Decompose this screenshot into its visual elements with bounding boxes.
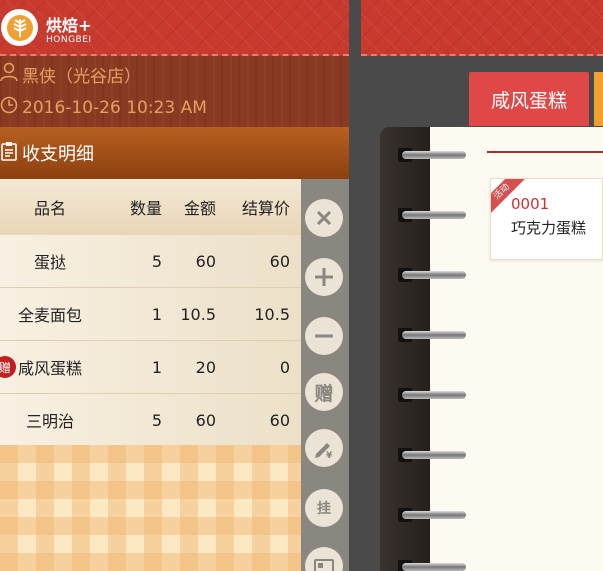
item-qty: 5 [151, 251, 162, 271]
notebook-spine [380, 127, 430, 571]
item-qty: 1 [151, 357, 162, 377]
col-settle: 结算价 [241, 199, 290, 218]
operator-row: 黑侠（光谷店） [0, 62, 141, 87]
item-qty: 5 [151, 410, 162, 430]
binder-ring [398, 208, 468, 222]
card-button[interactable] [305, 547, 343, 571]
table-header: 品名 数量 金额 结算价 [0, 179, 301, 235]
gift-badge: 赠 [0, 356, 16, 378]
table-row[interactable]: 全麦面包 1 10.5 10.5 [0, 288, 301, 341]
binder-ring [398, 328, 468, 342]
item-settle: 60 [269, 410, 290, 430]
product-name: 巧克力蛋糕 [511, 219, 587, 237]
binder-ring [398, 560, 468, 571]
operator-name: 黑侠（光谷店） [22, 67, 141, 87]
svg-text:¥: ¥ [326, 451, 333, 460]
col-name: 品名 [33, 199, 66, 218]
datetime: 2016-10-26 10:23 AM [22, 97, 207, 118]
table-row[interactable]: 蛋挞 5 60 60 [0, 235, 301, 288]
increase-button[interactable] [305, 258, 343, 296]
clipboard-icon [0, 141, 18, 166]
item-settle: 0 [279, 357, 290, 377]
decrease-button[interactable] [305, 317, 343, 355]
section-title: 收支明细 [22, 144, 94, 165]
item-name: 蛋挞 [33, 253, 66, 272]
user-icon [0, 62, 18, 87]
info-panel: 黑侠（光谷店） 2016-10-26 10:23 AM [0, 56, 349, 127]
binder-ring [398, 448, 468, 462]
item-settle: 10.5 [254, 304, 290, 324]
page-rule [487, 151, 603, 153]
col-qty: 数量 [129, 199, 162, 218]
binder-ring [398, 508, 468, 522]
binder-ring [398, 148, 468, 162]
logo-icon [1, 9, 38, 46]
item-name: 全麦面包 [17, 306, 82, 325]
app-header: 烘焙+ HONGBEI [0, 0, 349, 56]
product-code: 0001 [511, 195, 550, 213]
delete-button[interactable] [305, 199, 343, 237]
order-table: 品名 数量 金额 结算价 蛋挞 5 60 60 全麦面包 1 10.5 10.5… [0, 179, 301, 447]
item-settle: 60 [269, 251, 290, 271]
plaid-background [0, 445, 301, 571]
item-amount: 60 [195, 410, 216, 430]
edit-price-button[interactable]: ¥ [305, 429, 343, 467]
hang-order-button[interactable]: 挂 [305, 489, 343, 527]
item-name: 三明治 [25, 412, 74, 431]
datetime-row: 2016-10-26 10:23 AM [0, 96, 207, 119]
item-qty: 1 [151, 304, 162, 324]
category-tab-active[interactable]: 咸风蛋糕 [469, 72, 589, 126]
binder-ring [398, 268, 468, 282]
app-subtitle: HONGBEI [46, 35, 92, 45]
gift-button[interactable]: 赠 [305, 373, 343, 411]
category-tab-next[interactable] [594, 72, 603, 126]
action-bar: 赠 ¥ 挂 [301, 179, 349, 571]
item-amount: 20 [195, 357, 216, 377]
app-title: 烘焙+ [46, 16, 92, 35]
table-row[interactable]: 三明治 5 60 60 [0, 394, 301, 447]
section-header: 收支明细 [0, 127, 349, 179]
col-amount: 金额 [183, 199, 216, 218]
item-amount: 10.5 [180, 304, 216, 324]
binder-ring [398, 388, 468, 402]
table-row[interactable]: 赠 咸风蛋糕 1 20 0 [0, 341, 301, 394]
product-card[interactable]: 活动 0001 巧克力蛋糕 [490, 178, 603, 260]
item-name: 咸风蛋糕 [17, 359, 82, 378]
clock-icon [0, 96, 18, 119]
item-amount: 60 [195, 251, 216, 271]
top-bar-right [361, 0, 603, 56]
